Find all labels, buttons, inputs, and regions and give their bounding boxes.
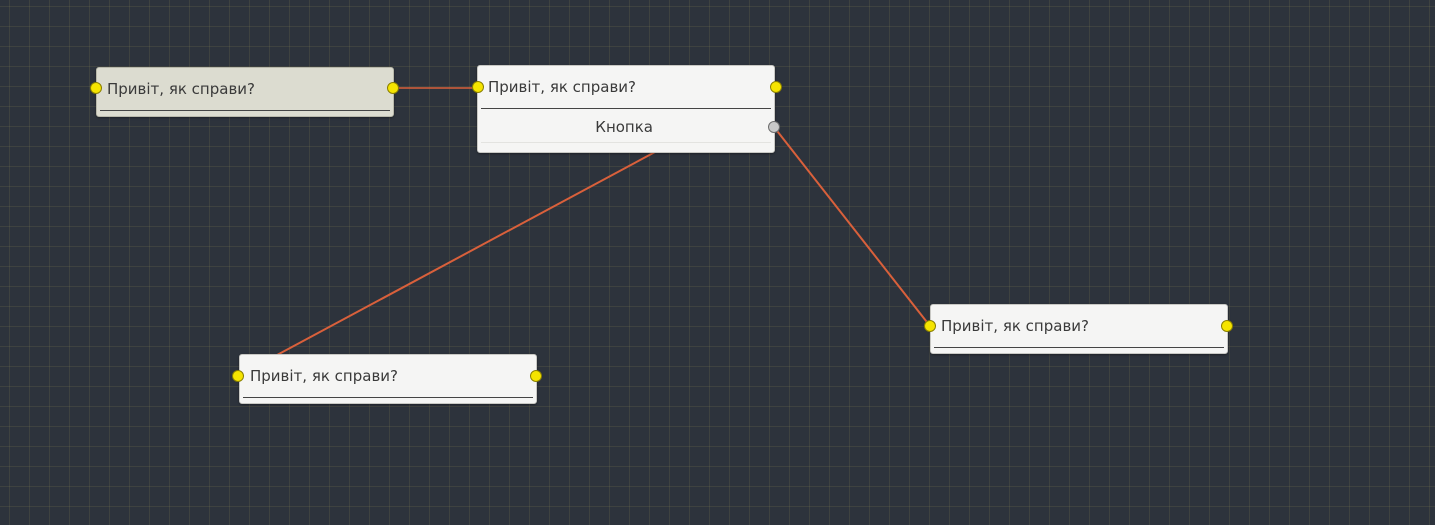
node-4-output-port[interactable] bbox=[1221, 320, 1233, 332]
dialog-node-3[interactable]: Привіт, як справи? bbox=[239, 354, 537, 404]
flow-canvas[interactable]: Привіт, як справи? Привіт, як справи? Кн… bbox=[0, 0, 1435, 525]
node-3-output-port[interactable] bbox=[530, 370, 542, 382]
node-2-output-port[interactable] bbox=[770, 81, 782, 93]
node-1-input-port[interactable] bbox=[90, 82, 102, 94]
node-button-label: Кнопка bbox=[595, 118, 653, 136]
link-node2-button-to-node4[interactable] bbox=[773, 126, 931, 327]
dialog-node-2[interactable]: Привіт, як справи? Кнопка bbox=[477, 65, 775, 153]
node-1-output-port[interactable] bbox=[387, 82, 399, 94]
node-header: Привіт, як справи? bbox=[934, 305, 1224, 348]
node-title: Привіт, як справи? bbox=[488, 78, 637, 96]
node-4-input-port[interactable] bbox=[924, 320, 936, 332]
node-header: Привіт, як справи? bbox=[100, 68, 390, 111]
node-header: Привіт, як справи? bbox=[481, 66, 771, 109]
node-button-row[interactable]: Кнопка bbox=[481, 118, 771, 143]
dialog-node-4[interactable]: Привіт, як справи? bbox=[930, 304, 1228, 354]
node-3-input-port[interactable] bbox=[232, 370, 244, 382]
node-title: Привіт, як справи? bbox=[107, 80, 256, 98]
node-title: Привіт, як справи? bbox=[250, 367, 399, 385]
dialog-node-1[interactable]: Привіт, як справи? bbox=[96, 67, 394, 117]
node-2-button-port[interactable] bbox=[768, 121, 780, 133]
node-title: Привіт, як справи? bbox=[941, 317, 1090, 335]
node-header: Привіт, як справи? bbox=[243, 355, 533, 398]
node-2-input-port[interactable] bbox=[472, 81, 484, 93]
